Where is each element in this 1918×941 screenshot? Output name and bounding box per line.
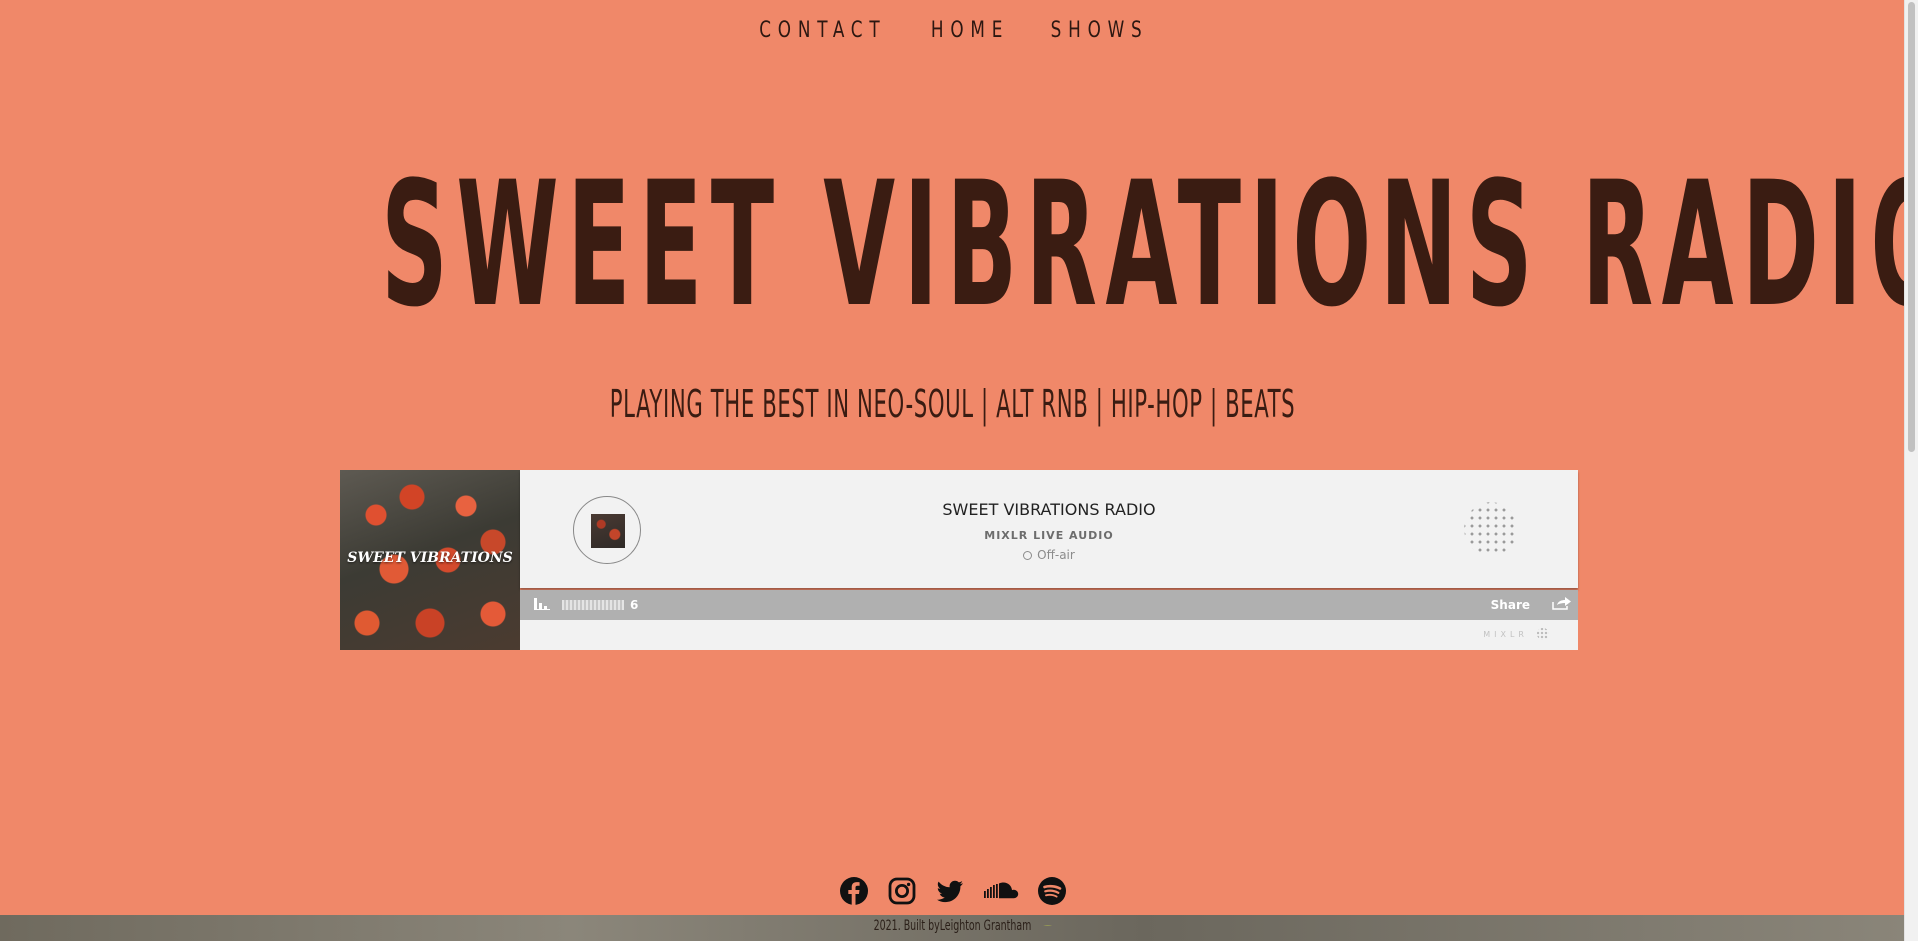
station-title: SWEET VIBRATIONS RADIO (942, 500, 1156, 519)
footer-band: 2021. Built byLeighton Grantham (0, 915, 1905, 941)
hero-title: SWEET VIBRATIONS RADIO (381, 144, 1918, 345)
twitter-icon[interactable] (935, 876, 965, 906)
facebook-icon[interactable] (839, 876, 869, 906)
player-panel: SWEET VIBRATIONS RADIO MIXLR LIVE AUDIO … (520, 470, 1578, 588)
listener-count: 6 (630, 598, 639, 612)
volume-slider[interactable] (562, 600, 624, 610)
player-control-bar: 6 Share (520, 590, 1578, 620)
page-scrollbar[interactable] (1904, 0, 1918, 941)
copyright-text: 2021. Built byLeighton Grantham (873, 918, 1032, 934)
social-links (0, 876, 1905, 906)
scrollbar-thumb[interactable] (1908, 2, 1915, 452)
listeners-icon (534, 598, 550, 610)
album-art-title: SWEET VIBRATIONS (347, 550, 513, 566)
nav-shows[interactable]: SHOWS (1050, 18, 1148, 43)
station-subtitle: MIXLR LIVE AUDIO (984, 529, 1114, 542)
mixlr-logo[interactable]: MIXLR (1483, 630, 1528, 639)
share-button[interactable]: Share (1491, 598, 1530, 612)
status-indicator: Off-air (520, 548, 1578, 562)
main-nav: CONTACT HOME SHOWS (0, 18, 1905, 43)
player-footer: MIXLR (520, 620, 1578, 650)
status-text: Off-air (1037, 548, 1075, 562)
tagline: PLAYING THE BEST IN NEO-SOUL | ALT RNB |… (609, 382, 1296, 426)
status-dot-icon (1023, 551, 1033, 560)
nav-home[interactable]: HOME (931, 18, 1009, 43)
spotify-icon[interactable] (1037, 876, 1067, 906)
mixlr-mark-icon (1536, 627, 1550, 641)
share-icon[interactable] (1552, 596, 1572, 610)
album-art: SWEET VIBRATIONS (340, 470, 520, 650)
mixlr-player: SWEET VIBRATIONS SWEET VIBRATIONS RADIO … (340, 470, 1578, 650)
nav-contact[interactable]: CONTACT (759, 18, 886, 43)
mixlr-dots-icon (1460, 498, 1522, 560)
instagram-icon[interactable] (887, 876, 917, 906)
soundcloud-icon[interactable] (983, 876, 1019, 906)
